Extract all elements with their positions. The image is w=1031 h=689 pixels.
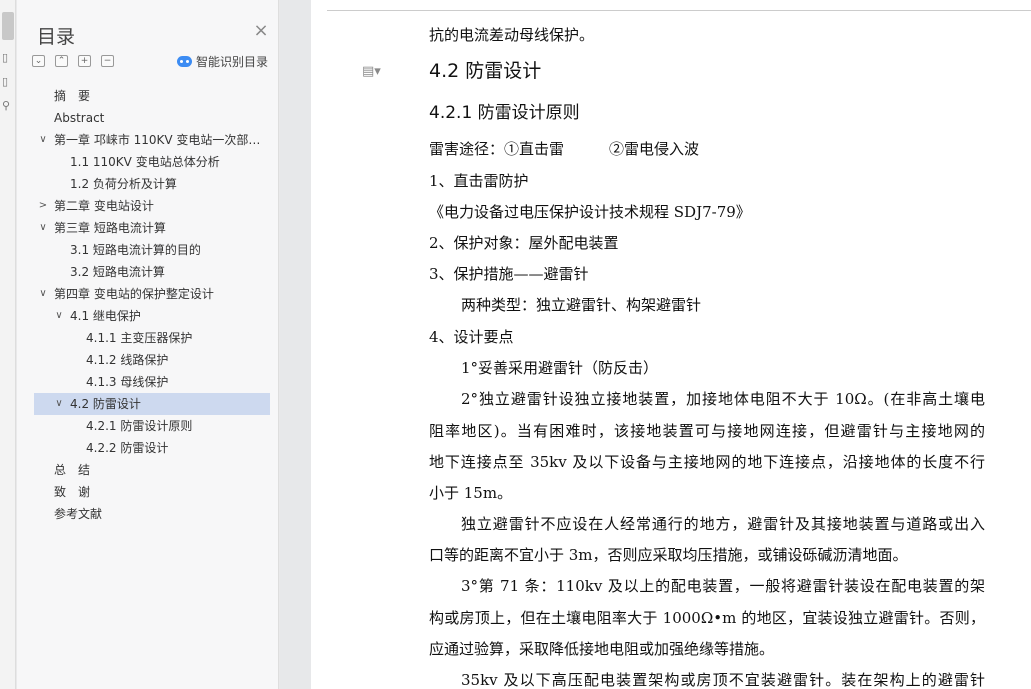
close-icon[interactable]: × xyxy=(252,22,270,40)
toc-item-label: 总 结 xyxy=(54,463,91,477)
toc-item-label: 4.1 继电保护 xyxy=(70,309,141,323)
toc-item-label: 4.1.3 母线保护 xyxy=(86,375,169,389)
body-line: 口等的距离不宜小于 3m，否则应采取均压措施，或铺设砾碱沥清地面。 xyxy=(429,546,908,564)
bookmark-tool-icon[interactable]: ▯ xyxy=(2,76,14,88)
chevron-right-icon[interactable]: > xyxy=(37,195,49,217)
toc-item[interactable]: 1.2 负荷分析及计算 xyxy=(34,173,270,195)
toc-item[interactable]: ∨ 4.2 防雷设计 xyxy=(34,393,270,415)
toc-item-label: 第一章 邛崃市 110KV 变电站一次部… xyxy=(54,133,261,147)
body-line: 构或房顶上，但在土壤电阻率大于 1000Ω•m 的地区，宜装设独立避雷针。否则， xyxy=(429,609,985,627)
body-line: 4、设计要点 xyxy=(429,328,514,346)
paragraph-icon[interactable]: ▤▾ xyxy=(362,64,381,79)
heading-4-2-1: 4.2.1 防雷设计原则 xyxy=(429,103,580,123)
toc-item-label: 摘 要 xyxy=(54,89,91,103)
body-line: 两种类型：独立避雷针、构架避雷针 xyxy=(461,296,702,314)
toc-item[interactable]: 致 谢 xyxy=(34,481,270,503)
toc-item-label: 3.1 短路电流计算的目的 xyxy=(70,243,201,257)
toc-item-label: 4.2 防雷设计 xyxy=(70,397,141,411)
body-line: 1、直击雷防护 xyxy=(429,172,529,190)
remove-heading-icon[interactable]: − xyxy=(101,55,114,67)
body-line: 地下连接点至 35kv 及以下设备与主接地网的地下连接点，沿接地体的长度不行 xyxy=(429,453,985,471)
toc-item[interactable]: Abstract xyxy=(34,107,270,129)
expand-all-icon[interactable]: ⌃ xyxy=(55,55,68,67)
search-tool-icon[interactable]: ⚲ xyxy=(2,100,14,112)
heading-4-2: 4.2 防雷设计 xyxy=(429,60,542,82)
nav-title: 目录 xyxy=(37,26,76,48)
toc-item[interactable]: 参考文献 xyxy=(34,503,270,525)
smart-toc-icon xyxy=(176,56,192,67)
toc-item[interactable]: ∨ 第一章 邛崃市 110KV 变电站一次部… xyxy=(34,129,270,151)
toc-item[interactable]: 摘 要 xyxy=(34,85,270,107)
left-toolbar: ▯ ▯ ⚲ xyxy=(0,0,16,689)
page-tool-icon[interactable]: ▯ xyxy=(2,52,14,64)
toc-item-label: 1.2 负荷分析及计算 xyxy=(70,177,177,191)
navigation-pane: 目录 × ⌄ ⌃ + − 智能识别目录 摘 要 Abstract ∨ 第一章 邛崃市 … xyxy=(17,0,279,689)
outline-tool-icon[interactable] xyxy=(2,12,14,40)
page-top-divider xyxy=(327,10,1031,11)
toc-item-label: 4.2.2 防雷设计 xyxy=(86,441,169,455)
toc-tree: 摘 要 Abstract ∨ 第一章 邛崃市 110KV 变电站一次部… 1.1 110… xyxy=(34,85,270,525)
toc-item[interactable]: ∨ 第四章 变电站的保护整定设计 xyxy=(34,283,270,305)
chevron-down-icon[interactable]: ∨ xyxy=(37,217,49,239)
body-line: 3°第 71 条：110kv 及以上的配电装置，一般将避雷针装设在配电装置的架 xyxy=(461,577,985,595)
chevron-down-icon[interactable]: ∨ xyxy=(53,393,65,415)
toc-item-label: 4.2.1 防雷设计原则 xyxy=(86,419,193,433)
toc-item-label: 致 谢 xyxy=(54,485,91,499)
body-line: 雷害途径：①直击雷 ②雷电侵入波 xyxy=(429,140,700,158)
toc-item[interactable]: 4.2.2 防雷设计 xyxy=(34,437,270,459)
toc-item-label: 第三章 短路电流计算 xyxy=(54,221,166,235)
toc-item[interactable]: ∨ 4.1 继电保护 xyxy=(34,305,270,327)
body-line: 小于 15m。 xyxy=(429,484,513,502)
toc-item[interactable]: 总 结 xyxy=(34,459,270,481)
toc-item[interactable]: 4.1.3 母线保护 xyxy=(34,371,270,393)
toc-item-label: Abstract xyxy=(54,111,105,125)
body-line: 抗的电流差动母线保护。 xyxy=(429,26,595,44)
body-line: 3、保护措施——避雷针 xyxy=(429,265,589,283)
toc-item[interactable]: 4.1.2 线路保护 xyxy=(34,349,270,371)
body-line: 1°妥善采用避雷针（防反击） xyxy=(461,359,659,377)
chevron-down-icon[interactable]: ∨ xyxy=(53,305,65,327)
nav-toolbar: ⌄ ⌃ + − xyxy=(32,55,114,67)
body-line: 2°独立避雷针设独立接地装置，加接地体电阻不大于 10Ω。(在非高土壤电 xyxy=(461,390,985,408)
toc-item[interactable]: 3.2 短路电流计算 xyxy=(34,261,270,283)
body-line: 阻率地区)。当有困难时，该接地装置可与接地网连接，但避雷针与主接地网的 xyxy=(429,422,985,440)
body-line: 独立避雷针不应设在人经常通行的地方，避雷针及其接地装置与道路或出入 xyxy=(461,515,985,533)
toc-item-label: 1.1 110KV 变电站总体分析 xyxy=(70,155,220,169)
toc-item-label: 3.2 短路电流计算 xyxy=(70,265,165,279)
add-heading-icon[interactable]: + xyxy=(78,55,91,67)
body-line: 应通过验算，采取降低接地电阻或加强绝缘等措施。 xyxy=(429,640,775,658)
collapse-all-icon[interactable]: ⌄ xyxy=(32,55,45,67)
smart-toc-label: 智能识别目录 xyxy=(195,55,268,69)
body-line: 2、保护对象：屋外配电装置 xyxy=(429,234,619,252)
toc-item-label: 4.1.2 线路保护 xyxy=(86,353,169,367)
chevron-down-icon[interactable]: ∨ xyxy=(37,129,49,151)
toc-item-label: 4.1.1 主变压器保护 xyxy=(86,331,193,345)
smart-toc-button[interactable]: 智能识别目录 xyxy=(176,53,268,70)
toc-item[interactable]: 4.1.1 主变压器保护 xyxy=(34,327,270,349)
toc-item-label: 第四章 变电站的保护整定设计 xyxy=(54,287,214,301)
toc-item-label: 第二章 变电站设计 xyxy=(54,199,154,213)
toc-item[interactable]: 1.1 110KV 变电站总体分析 xyxy=(34,151,270,173)
body-line: 《电力设备过电压保护设计技术规程 SDJ7-79》 xyxy=(429,203,751,221)
toc-item[interactable]: ∨ 第三章 短路电流计算 xyxy=(34,217,270,239)
toc-item-label: 参考文献 xyxy=(54,507,103,521)
chevron-down-icon[interactable]: ∨ xyxy=(37,283,49,305)
toc-item[interactable]: 4.2.1 防雷设计原则 xyxy=(34,415,270,437)
body-line: 35kv 及以下高压配电装置架构或房顶不宜装避雷针。装在架构上的避雷针 xyxy=(461,671,985,689)
toc-item[interactable]: 3.1 短路电流计算的目的 xyxy=(34,239,270,261)
toc-item[interactable]: > 第二章 变电站设计 xyxy=(34,195,270,217)
